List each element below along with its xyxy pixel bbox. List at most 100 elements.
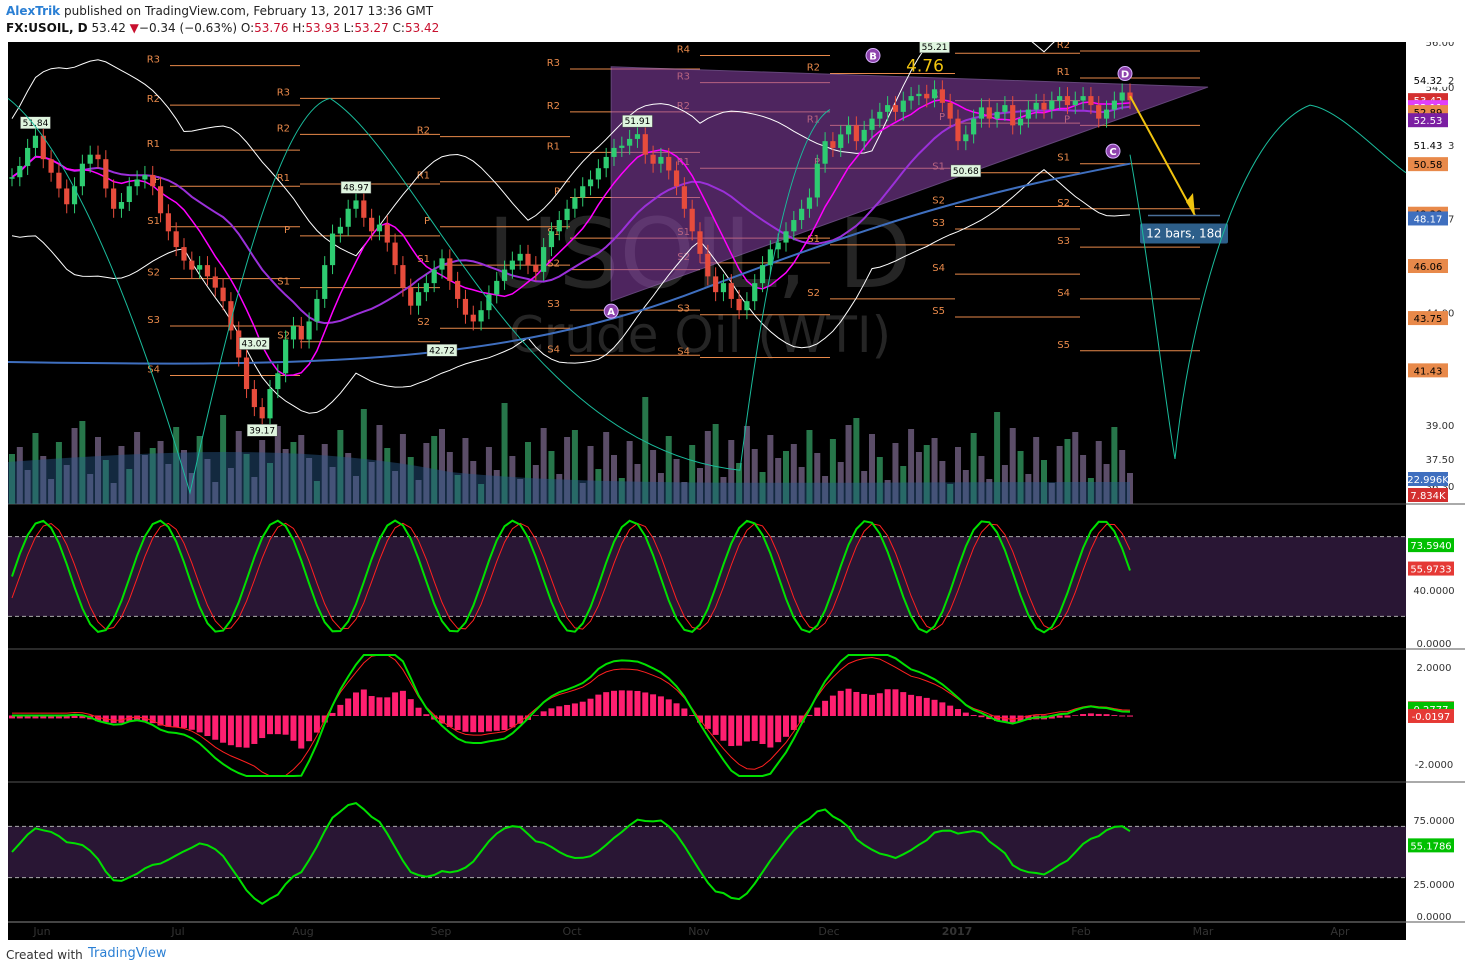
stochastic-band	[8, 536, 1406, 617]
candle-body	[603, 156, 609, 169]
high-label: H:	[292, 21, 306, 35]
macd-histogram-bar	[681, 708, 688, 716]
open-value: 53.76	[254, 21, 289, 35]
candle-body	[259, 407, 265, 419]
pivot-label: S4	[932, 263, 945, 274]
macd-histogram-bar	[712, 715, 719, 735]
candle-body	[845, 125, 852, 135]
macd-histogram-bar	[1087, 713, 1094, 716]
author-link[interactable]: AlexTrik	[6, 4, 60, 18]
candle-body	[830, 141, 836, 148]
rsi-value-badge-label: 55.1786	[1410, 841, 1451, 852]
macd-histogram-bar	[110, 715, 117, 723]
macd-histogram-bar	[1064, 715, 1071, 718]
macd-histogram-bar	[923, 697, 930, 716]
candle-body	[572, 197, 578, 209]
candle-body	[9, 177, 15, 179]
macd-histogram-bar	[908, 694, 915, 716]
pivot-label: S2	[1057, 198, 1070, 209]
macd-histogram-bar	[931, 699, 938, 716]
candle-body	[634, 134, 641, 139]
macd-histogram-bar	[822, 700, 829, 716]
candle-body	[189, 260, 195, 270]
candle-body	[1103, 109, 1110, 119]
pivot-label: R4	[677, 45, 690, 56]
candle-body	[369, 217, 375, 232]
price-badge-label: 22.996K	[1407, 475, 1449, 486]
candle-body	[1064, 96, 1071, 106]
macd-histogram-bar	[571, 703, 578, 716]
macd-histogram-bar	[188, 715, 195, 730]
pivot-label: S3	[1057, 236, 1070, 247]
candle-body	[32, 135, 39, 148]
pivot-label: S3	[147, 315, 160, 326]
price-label-text: 43.02	[241, 340, 267, 350]
macd-histogram-bar	[415, 707, 422, 716]
macd-histogram-bar	[353, 692, 359, 716]
macd-histogram-bar	[736, 715, 743, 746]
macd-histogram-bar	[540, 711, 547, 716]
macd-histogram-bar	[673, 703, 680, 716]
macd-histogram-bar	[220, 715, 227, 743]
candle-body	[791, 220, 797, 232]
candle-body	[243, 357, 250, 390]
candle-body	[892, 105, 899, 112]
candle-body	[314, 298, 320, 322]
macd-histogram-bar	[298, 715, 305, 749]
macd-histogram-bar	[783, 715, 789, 737]
pivot-label: S3	[932, 218, 945, 229]
candle-body	[580, 186, 586, 198]
rsi-axis-tick: 75.0000	[1413, 816, 1454, 827]
macd-histogram-bar	[720, 715, 727, 741]
candle-body	[955, 118, 961, 142]
pivot-label: R3	[277, 87, 290, 98]
macd-histogram-bar	[1103, 714, 1110, 716]
candle-body	[64, 188, 70, 205]
macd-histogram-bar	[368, 696, 375, 716]
pivot-label: S2	[417, 317, 430, 328]
pattern-point-label: B	[869, 52, 877, 63]
chart-canvas[interactable]: USOIL, DCrude Oil (WTI)R3R2R1PS1S2S3S4R3…	[0, 42, 1465, 940]
macd-histogram-bar	[313, 715, 320, 733]
macd-histogram-bar	[853, 691, 860, 716]
macd-histogram-bar	[751, 715, 758, 741]
pivot-label: S2	[547, 259, 560, 270]
time-axis-label: Aug	[292, 925, 313, 938]
candle-body	[142, 174, 148, 180]
macd-histogram-bar	[775, 715, 782, 743]
candle-body	[916, 93, 922, 97]
macd-histogram-bar	[548, 708, 555, 716]
change-arrow-icon: ▼	[129, 21, 139, 35]
candle-body	[728, 283, 734, 299]
candle-body	[408, 287, 414, 306]
candle-body	[877, 111, 883, 119]
macd-value-badge-label: -0.0197	[1412, 712, 1451, 723]
pivot-label: S4	[677, 347, 690, 358]
macd-histogram-bar	[282, 715, 289, 735]
candle-body	[619, 145, 625, 148]
candle-body	[165, 213, 171, 232]
candle-body	[525, 253, 531, 266]
macd-histogram-bar	[587, 698, 594, 716]
price-label-text: 39.17	[249, 426, 275, 436]
tradingview-logo-link[interactable]: TradingView	[88, 946, 167, 961]
candle-body	[283, 339, 289, 374]
candle-body	[611, 147, 617, 157]
candle-body	[1111, 100, 1117, 110]
candle-body	[1049, 100, 1055, 110]
candle-body	[197, 265, 203, 270]
macd-histogram-bar	[181, 715, 187, 728]
candle-body	[673, 170, 680, 187]
macd-histogram-bar	[384, 697, 391, 716]
macd-histogram-bar	[665, 699, 672, 716]
close-value: 53.42	[404, 21, 440, 35]
candle-body	[337, 226, 343, 234]
macd-axis-tick: 2.0000	[1417, 663, 1452, 674]
time-axis-label: Oct	[562, 925, 582, 938]
symbol-label: FX:USOIL, D	[6, 21, 88, 35]
macd-histogram-bar	[611, 690, 617, 716]
macd-histogram-bar	[884, 689, 891, 716]
pattern-point-label: C	[1109, 147, 1116, 158]
macd-histogram-bar	[837, 690, 844, 716]
candle-body	[658, 156, 664, 164]
